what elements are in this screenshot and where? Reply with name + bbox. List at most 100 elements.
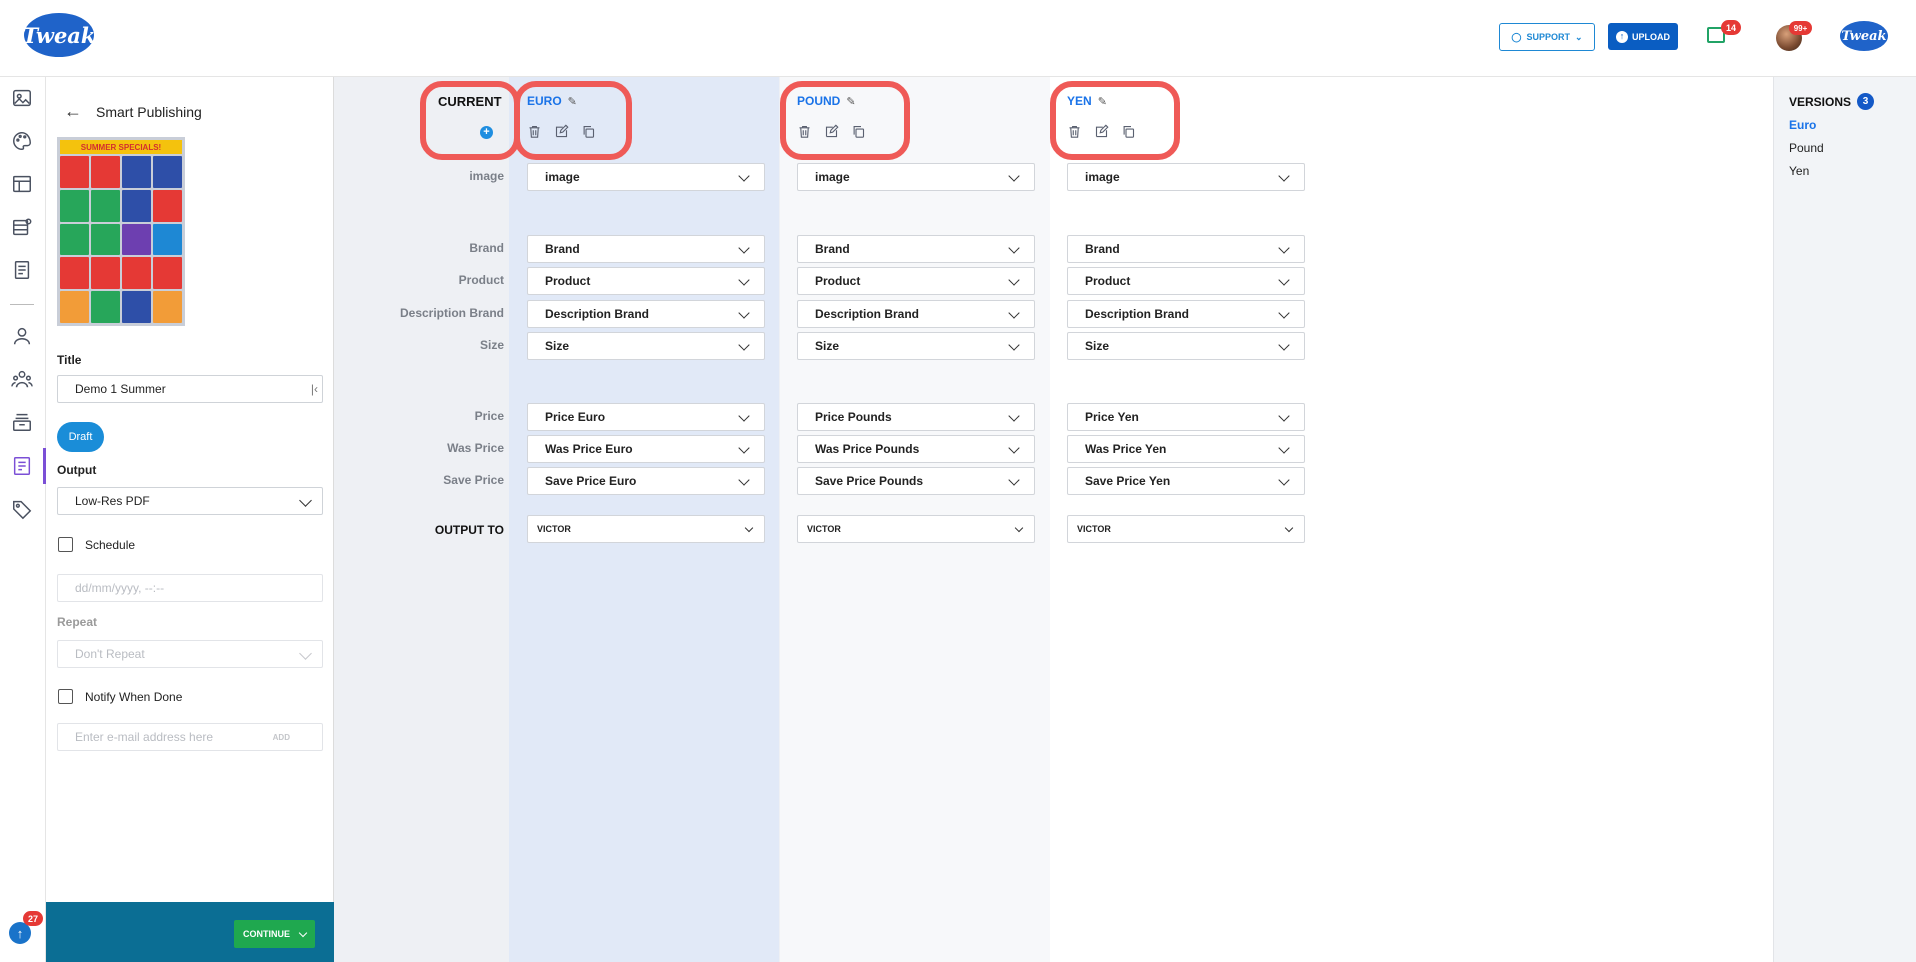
version-item-euro[interactable]: Euro xyxy=(1789,118,1816,132)
upload-label: UPLOAD xyxy=(1632,31,1670,42)
select-value: Size xyxy=(1085,339,1110,353)
pound-save-price-select[interactable]: Save Price Pounds xyxy=(797,467,1035,495)
select-value: Product xyxy=(815,274,861,288)
chevron-down-icon xyxy=(298,928,308,937)
yen-product-select[interactable]: Product xyxy=(1067,267,1305,295)
chevron-down-icon xyxy=(738,442,750,454)
notify-row[interactable]: Notify When Done xyxy=(58,689,182,704)
document-icon[interactable] xyxy=(11,259,33,281)
chevron-down-icon xyxy=(1008,242,1020,254)
team-icon[interactable] xyxy=(11,368,33,390)
row-label-price: Price xyxy=(474,409,504,423)
chevron-down-icon xyxy=(1008,474,1020,486)
euro-image-select[interactable]: image xyxy=(527,163,765,191)
select-value: Brand xyxy=(1085,242,1120,256)
publishing-settings-panel: ← Smart Publishing SUMMER SPECIALS! Titl… xyxy=(46,77,334,962)
version-item-yen[interactable]: Yen xyxy=(1789,164,1809,178)
select-value: VICTOR xyxy=(537,524,571,534)
images-icon[interactable] xyxy=(11,87,33,109)
chevron-down-icon xyxy=(738,410,750,422)
continue-button[interactable]: CONTINUE xyxy=(234,920,315,948)
euro-product-select[interactable]: Product xyxy=(527,267,765,295)
tweak-logo[interactable]: Tweak xyxy=(23,13,95,57)
euro-description-brand-select[interactable]: Description Brand xyxy=(527,300,765,328)
inbox-icon[interactable] xyxy=(11,411,33,433)
pound-output-to-select[interactable]: VICTOR xyxy=(797,515,1035,543)
layout-icon[interactable] xyxy=(11,173,33,195)
yen-description-brand-select[interactable]: Description Brand xyxy=(1067,300,1305,328)
thumb-cell xyxy=(91,189,120,222)
thumb-cell xyxy=(153,291,182,323)
schedule-row[interactable]: Schedule xyxy=(58,537,135,552)
chevron-down-icon xyxy=(738,242,750,254)
pound-size-select[interactable]: Size xyxy=(797,332,1035,360)
title-input[interactable]: Demo 1 Summer |‹ xyxy=(57,375,323,403)
pound-product-select[interactable]: Product xyxy=(797,267,1035,295)
thumb-cell xyxy=(91,156,120,188)
database-icon[interactable] xyxy=(11,216,33,238)
back-arrow-icon[interactable]: ← xyxy=(64,101,82,122)
status-badge[interactable]: Draft xyxy=(57,422,104,452)
chevron-down-icon xyxy=(1278,442,1290,454)
notify-checkbox[interactable] xyxy=(58,689,73,704)
euro-size-select[interactable]: Size xyxy=(527,332,765,360)
select-value: Save Price Euro xyxy=(545,474,637,488)
brand-badge[interactable]: Tweak xyxy=(1840,21,1888,51)
euro-brand-select[interactable]: Brand xyxy=(527,235,765,263)
yen-output-to-select[interactable]: VICTOR xyxy=(1067,515,1305,543)
notifications-badge: 14 xyxy=(1721,20,1741,35)
support-button[interactable]: ◯ SUPPORT ⌄ xyxy=(1499,23,1595,51)
yen-highlight xyxy=(1050,81,1180,160)
row-label-save-price: Save Price xyxy=(443,473,504,487)
thumb-cell xyxy=(122,291,151,323)
schedule-checkbox[interactable] xyxy=(58,537,73,552)
pound-image-select[interactable]: image xyxy=(797,163,1035,191)
euro-output-to-select[interactable]: VICTOR xyxy=(527,515,765,543)
yen-image-select[interactable]: image xyxy=(1067,163,1305,191)
chevron-down-icon xyxy=(1278,474,1290,486)
select-value: Save Price Pounds xyxy=(815,474,924,488)
yen-size-select[interactable]: Size xyxy=(1067,332,1305,360)
thumb-cell xyxy=(91,257,120,290)
row-label-description-brand: Description Brand xyxy=(399,306,504,320)
output-value: Low-Res PDF xyxy=(75,494,150,508)
select-value: Size xyxy=(545,339,570,353)
upload-button[interactable]: ↑ UPLOAD xyxy=(1608,23,1678,50)
email-input[interactable]: Enter e-mail address here ADD xyxy=(57,723,323,751)
pound-description-brand-select[interactable]: Description Brand xyxy=(797,300,1035,328)
yen-save-price-select[interactable]: Save Price Yen xyxy=(1067,467,1305,495)
chevron-down-icon xyxy=(1278,170,1290,182)
thumb-cell xyxy=(91,291,120,323)
euro-price-select[interactable]: Price Euro xyxy=(527,403,765,431)
chevron-down-icon xyxy=(1014,523,1024,533)
versions-panel: VERSIONS 3 Euro Pound Yen xyxy=(1773,77,1916,962)
version-item-pound[interactable]: Pound xyxy=(1789,141,1824,155)
row-label-was-price: Was Price xyxy=(447,441,504,455)
output-select[interactable]: Low-Res PDF xyxy=(57,487,323,515)
repeat-select[interactable]: Don't Repeat xyxy=(57,640,323,668)
tag-icon[interactable] xyxy=(11,498,33,520)
thumb-cell xyxy=(153,189,182,222)
resize-handle-icon[interactable]: |‹ xyxy=(311,382,318,396)
select-value: Price Yen xyxy=(1085,410,1139,424)
repeat-label: Repeat xyxy=(57,615,98,629)
add-email-button[interactable]: ADD xyxy=(273,733,290,742)
title-label: Title xyxy=(57,353,82,367)
euro-was-price-select[interactable]: Was Price Euro xyxy=(527,435,765,463)
pound-was-price-select[interactable]: Was Price Pounds xyxy=(797,435,1035,463)
schedule-datetime-input[interactable]: dd/mm/yyyy, --:-- xyxy=(57,574,323,602)
palette-icon[interactable] xyxy=(11,130,33,152)
yen-brand-select[interactable]: Brand xyxy=(1067,235,1305,263)
yen-was-price-select[interactable]: Was Price Yen xyxy=(1067,435,1305,463)
thumb-cell xyxy=(122,257,151,290)
document-thumbnail[interactable]: SUMMER SPECIALS! xyxy=(57,137,185,326)
publishing-icon[interactable] xyxy=(11,455,33,477)
yen-price-select[interactable]: Price Yen xyxy=(1067,403,1305,431)
chevron-down-icon xyxy=(744,523,754,533)
pound-price-select[interactable]: Price Pounds xyxy=(797,403,1035,431)
select-value: Description Brand xyxy=(1085,307,1190,321)
pound-brand-select[interactable]: Brand xyxy=(797,235,1035,263)
chevron-down-icon xyxy=(1278,410,1290,422)
user-icon[interactable] xyxy=(11,325,33,347)
euro-save-price-select[interactable]: Save Price Euro xyxy=(527,467,765,495)
